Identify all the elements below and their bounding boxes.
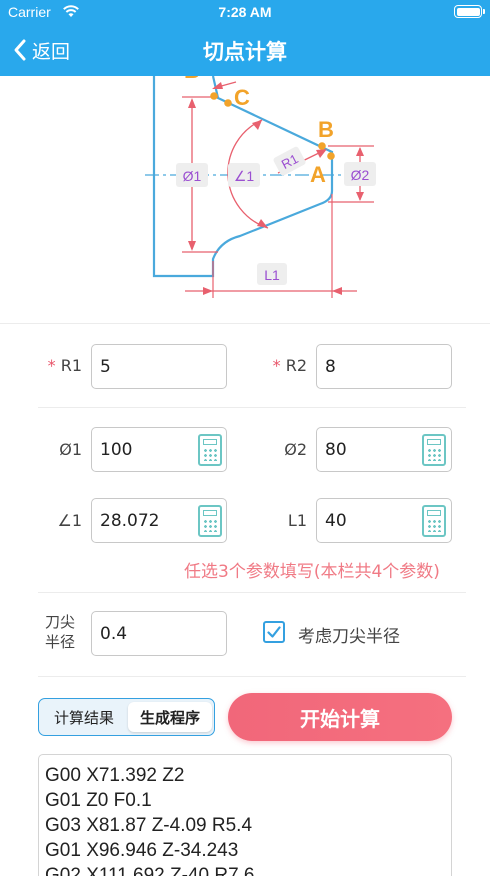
l1-label: L1 xyxy=(287,511,307,530)
check-icon xyxy=(267,626,281,638)
label-b-top: B xyxy=(184,76,200,83)
label-d1: Ø1 xyxy=(183,168,202,184)
segment-program[interactable]: 生成程序 xyxy=(128,702,212,732)
r2-label-row: * R2 xyxy=(245,356,307,375)
label-d2: Ø2 xyxy=(351,167,370,183)
divider xyxy=(0,323,490,324)
calculator-icon[interactable] xyxy=(422,505,446,537)
param-hint: 任选3个参数填写(本栏共4个参数) xyxy=(184,562,440,582)
nav-bar: 返回 切点计算 xyxy=(0,26,490,76)
output-line: G00 X71.392 Z2 xyxy=(45,765,185,786)
tangent-point-diagram: B C B A Ø1 ∠1 Ø2 R1 L1 xyxy=(145,76,376,298)
calculator-icon[interactable] xyxy=(198,505,222,537)
r2-input[interactable]: 8 xyxy=(316,344,452,389)
start-calculation-button[interactable]: 开始计算 xyxy=(228,693,452,741)
tip-radius-label: 刀尖 半径 xyxy=(40,612,80,652)
label-a: A xyxy=(310,162,326,187)
divider xyxy=(38,407,466,408)
required-mark: * xyxy=(272,356,281,375)
point-a xyxy=(327,152,335,160)
output-line: G01 Z0 F0.1 xyxy=(45,790,152,811)
label-c: C xyxy=(234,85,250,110)
r1-input[interactable]: 5 xyxy=(91,344,227,389)
calculator-icon[interactable] xyxy=(422,434,446,466)
d1-label: Ø1 xyxy=(59,440,82,459)
divider xyxy=(38,676,466,677)
tip-radius-input[interactable]: 0.4 xyxy=(91,611,227,656)
d2-label: Ø2 xyxy=(284,440,307,459)
label-b: B xyxy=(318,117,334,142)
battery-icon xyxy=(454,5,485,18)
output-line: G01 X96.946 Z-34.243 xyxy=(45,840,239,861)
r2-label: R2 xyxy=(285,356,307,375)
point-d xyxy=(210,92,218,100)
segment-result[interactable]: 计算结果 xyxy=(42,702,126,732)
consider-tip-checkbox[interactable] xyxy=(263,621,285,643)
status-bar: Carrier 7:28 AM xyxy=(0,0,490,26)
consider-tip-label[interactable]: 考虑刀尖半径 xyxy=(298,622,400,647)
point-c xyxy=(224,99,232,107)
tip-radius-label-line2: 半径 xyxy=(44,633,75,651)
a1-label: ∠1 xyxy=(57,511,82,530)
output-line: G03 X81.87 Z-4.09 R5.4 xyxy=(45,815,253,836)
r1-label: R1 xyxy=(60,356,82,375)
output-line: G02 X111.692 Z-40 R7.6 xyxy=(45,865,255,876)
output-mode-segmented-control: 计算结果 生成程序 xyxy=(38,698,215,736)
top-bar: Carrier 7:28 AM 返回 切点计算 xyxy=(0,0,490,76)
divider xyxy=(38,592,466,593)
calculator-icon[interactable] xyxy=(198,434,222,466)
r1-label-row: * R1 xyxy=(20,356,82,375)
status-time: 7:28 AM xyxy=(218,4,272,20)
required-mark: * xyxy=(47,356,56,375)
point-b xyxy=(318,142,326,150)
label-a1: ∠1 xyxy=(234,168,255,184)
tip-radius-label-line1: 刀尖 xyxy=(44,613,75,631)
label-l1: L1 xyxy=(264,267,280,283)
program-output-area[interactable]: G00 X71.392 Z2 G01 Z0 F0.1 G03 X81.87 Z-… xyxy=(38,754,452,876)
page-title: 切点计算 xyxy=(203,40,287,64)
